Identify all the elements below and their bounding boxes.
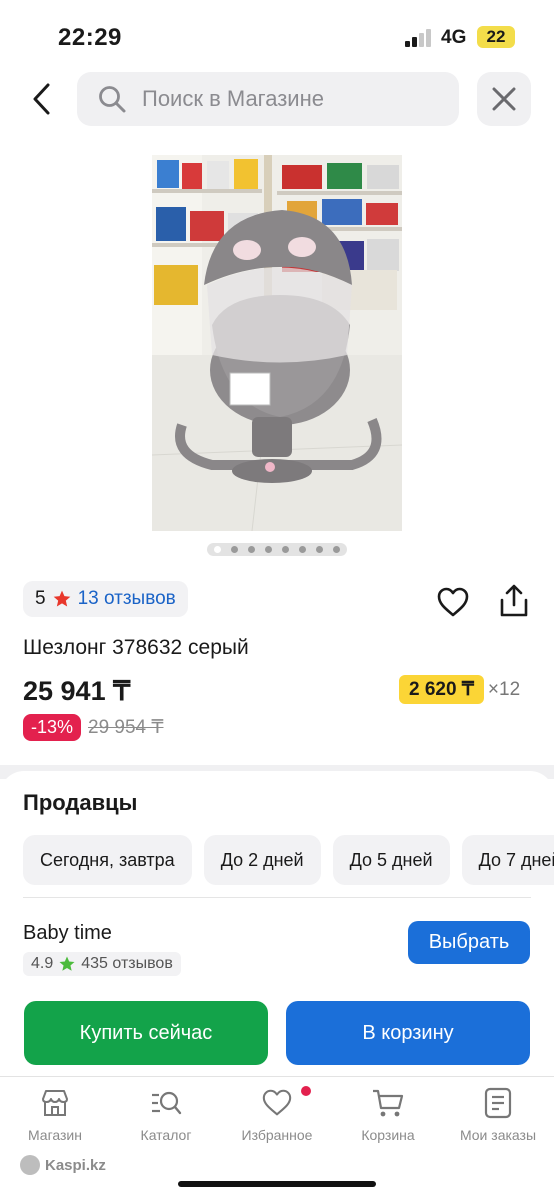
filter-5-days[interactable]: До 5 дней <box>332 835 450 885</box>
favorite-button[interactable] <box>436 586 470 618</box>
baby-swing-illustration <box>152 155 402 531</box>
divider <box>23 897 531 898</box>
nav-store[interactable]: Магазин <box>0 1087 110 1143</box>
home-indicator[interactable] <box>178 1181 376 1187</box>
search-input[interactable]: Поиск в Магазине <box>77 72 459 126</box>
nav-favorites[interactable]: Избранное <box>222 1087 332 1143</box>
battery-indicator: 22 <box>477 26 515 48</box>
search-placeholder: Поиск в Магазине <box>142 86 324 111</box>
heart-icon <box>437 587 469 617</box>
delivery-filter-row: Сегодня, завтра До 2 дней До 5 дней До 7 дн… <box>23 835 554 885</box>
carousel-dot[interactable] <box>299 546 306 553</box>
orders-icon <box>484 1087 512 1119</box>
installment-offer[interactable]: 2 620 ₸ ×12 <box>399 675 520 704</box>
product-title: Шезлонг 378632 серый <box>23 636 249 659</box>
status-time: 22:29 <box>58 24 122 51</box>
cart-icon <box>373 1089 404 1117</box>
rating-value: 5 <box>35 588 46 609</box>
nav-cart[interactable]: Корзина <box>333 1087 443 1143</box>
star-icon <box>53 590 70 607</box>
share-button[interactable] <box>497 583 531 619</box>
network-type: 4G <box>441 27 467 48</box>
nav-orders[interactable]: Мои заказы <box>443 1087 553 1143</box>
carousel-dot[interactable] <box>316 546 323 553</box>
carousel-dot[interactable] <box>282 546 289 553</box>
rating-chip[interactable]: 5 13 отзывов <box>23 581 188 617</box>
close-button[interactable] <box>477 72 531 126</box>
back-button[interactable] <box>26 80 60 118</box>
reviews-link[interactable]: 13 отзывов <box>78 588 176 610</box>
status-bar: 22:29 4G 22 <box>0 0 554 70</box>
filter-7-days[interactable]: До 7 дней <box>461 835 554 885</box>
nav-label: Мои заказы <box>459 1127 537 1143</box>
kaspi-watermark: Kaspi.kz <box>20 1155 106 1175</box>
product-price: 25 941 ₸ <box>23 676 131 706</box>
carousel-dot[interactable] <box>265 546 272 553</box>
seller-name[interactable]: Baby time <box>23 922 112 945</box>
sellers-title: Продавцы <box>23 790 138 815</box>
chevron-left-icon <box>33 83 50 115</box>
kaspi-logo-icon <box>20 1155 40 1175</box>
store-icon <box>42 1090 68 1116</box>
nav-label: Магазин <box>27 1127 82 1143</box>
installment-price: 2 620 ₸ <box>399 675 484 704</box>
carousel-indicator[interactable] <box>207 543 347 556</box>
seller-reviews: 435 отзывов <box>81 955 173 972</box>
search-icon <box>99 86 126 113</box>
share-icon <box>500 584 528 617</box>
heart-icon <box>262 1089 292 1116</box>
signal-icon <box>405 29 433 47</box>
carousel-dot[interactable] <box>248 546 255 553</box>
nav-label: Корзина <box>361 1127 415 1143</box>
discount-badge: -13% <box>23 714 82 741</box>
product-photo[interactable] <box>152 155 402 531</box>
old-price: 29 954 ₸ <box>88 717 164 738</box>
nav-catalog[interactable]: Каталог <box>111 1087 221 1143</box>
carousel-dot[interactable] <box>333 546 340 553</box>
seller-rating: 4.9 435 отзывов <box>23 952 181 976</box>
add-to-cart-button[interactable]: В корзину <box>286 1001 530 1065</box>
watermark-text: Kaspi.kz <box>45 1156 106 1174</box>
seller-rating-value: 4.9 <box>31 955 54 972</box>
nav-label: Каталог <box>140 1127 192 1143</box>
filter-2-days[interactable]: До 2 дней <box>203 835 321 885</box>
close-icon <box>492 87 516 111</box>
filter-today-tomorrow[interactable]: Сегодня, завтра <box>23 835 192 885</box>
buy-now-button[interactable]: Купить сейчас <box>24 1001 268 1065</box>
carousel-dot[interactable] <box>231 546 238 553</box>
choose-seller-button[interactable]: Выбрать <box>408 921 530 964</box>
carousel-dot[interactable] <box>214 546 221 553</box>
star-icon <box>59 956 75 971</box>
nav-label: Избранное <box>241 1127 313 1143</box>
catalog-search-icon <box>152 1091 182 1115</box>
notification-dot <box>301 1086 311 1096</box>
installment-months: ×12 <box>487 678 521 700</box>
